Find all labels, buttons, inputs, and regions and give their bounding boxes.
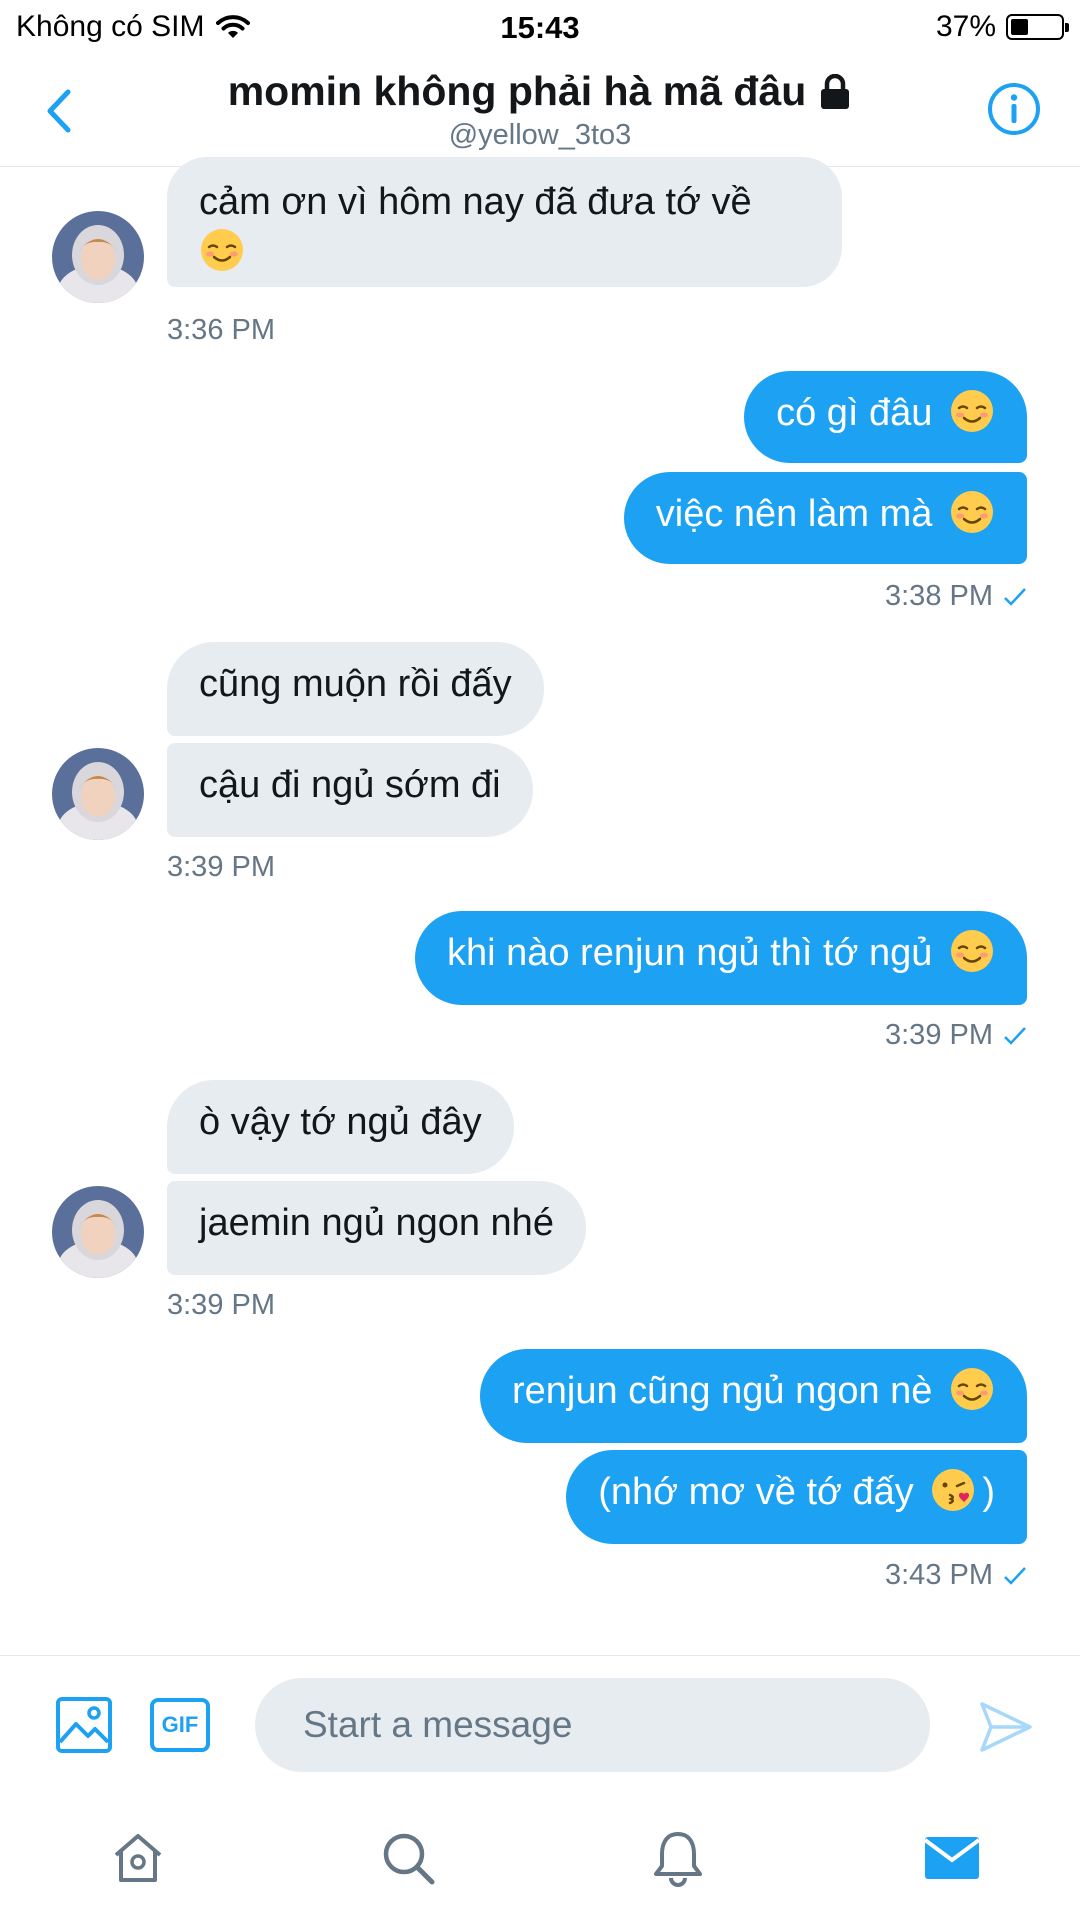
clock: 15:43	[500, 10, 580, 45]
back-chevron-icon[interactable]	[38, 86, 88, 136]
search-icon[interactable]	[378, 1828, 438, 1888]
avatar-image	[52, 1186, 144, 1278]
image-icon[interactable]	[55, 1696, 113, 1754]
smiling-face-icon	[951, 930, 993, 972]
outgoing-message[interactable]: khi nào renjun ngủ thì tớ ngủ	[414, 911, 1027, 1005]
sent-check-icon	[1004, 587, 1026, 606]
smiling-face-icon	[951, 491, 993, 533]
smiling-face-icon	[201, 229, 243, 271]
incoming-message[interactable]: cậu đi ngủ sớm đi	[167, 743, 533, 837]
gif-button[interactable]: GIF	[150, 1698, 210, 1752]
user-handle: @yellow_3to3	[448, 119, 632, 151]
message-composer: GIF	[0, 1655, 1080, 1793]
tab-bar	[0, 1792, 1080, 1920]
outgoing-message[interactable]: (nhớ mơ về tớ đấy )	[566, 1450, 1027, 1544]
timestamp: 3:36 PM	[167, 314, 275, 346]
battery-percent: 37%	[935, 10, 996, 43]
avatar[interactable]	[52, 748, 144, 840]
messages-envelope-icon[interactable]	[922, 1828, 982, 1888]
home-icon[interactable]	[108, 1828, 168, 1888]
incoming-message[interactable]: ò vậy tớ ngủ đây	[167, 1080, 514, 1174]
outgoing-message[interactable]: có gì đâu	[744, 371, 1027, 463]
lock-icon	[821, 73, 850, 109]
conversation-title[interactable]: momin không phải hà mã đâu	[228, 68, 853, 115]
timestamp: 3:39 PM	[167, 1289, 275, 1321]
avatar[interactable]	[52, 1186, 144, 1278]
avatar-image	[52, 748, 144, 840]
send-icon[interactable]	[977, 1698, 1035, 1756]
battery-icon	[1006, 14, 1069, 40]
outgoing-message[interactable]: việc nên làm mà	[623, 472, 1027, 564]
outgoing-message[interactable]: renjun cũng ngủ ngon nè	[479, 1349, 1027, 1443]
avatar[interactable]	[52, 211, 144, 303]
incoming-message[interactable]: jaemin ngủ ngon nhé	[167, 1181, 586, 1275]
incoming-message[interactable]: cũng muộn rồi đấy	[167, 642, 544, 736]
smiling-face-icon	[951, 1368, 993, 1410]
message-list[interactable]: cảm ơn vì hôm nay đã đưa tớ về 3:36 PM c…	[0, 157, 1080, 1655]
message-input[interactable]	[255, 1678, 930, 1772]
display-name: momin không phải hà mã đâu	[227, 68, 807, 114]
timestamp: 3:38 PM	[885, 580, 1027, 613]
info-icon[interactable]	[986, 81, 1042, 137]
timestamp: 3:39 PM	[167, 851, 275, 883]
sent-check-icon	[1004, 1566, 1026, 1585]
timestamp: 3:39 PM	[885, 1019, 1027, 1052]
status-bar: Không có SIM 15:43 37%	[0, 0, 1080, 56]
kissing-face-icon	[932, 1469, 975, 1511]
incoming-message[interactable]: cảm ơn vì hôm nay đã đưa tớ về	[167, 157, 842, 287]
avatar-image	[52, 211, 144, 303]
sent-check-icon	[1004, 1026, 1026, 1045]
smiling-face-icon	[951, 390, 993, 432]
conversation-header: momin không phải hà mã đâu @yellow_3to3	[0, 56, 1080, 167]
timestamp: 3:43 PM	[885, 1559, 1027, 1592]
notifications-bell-icon[interactable]	[648, 1828, 708, 1888]
